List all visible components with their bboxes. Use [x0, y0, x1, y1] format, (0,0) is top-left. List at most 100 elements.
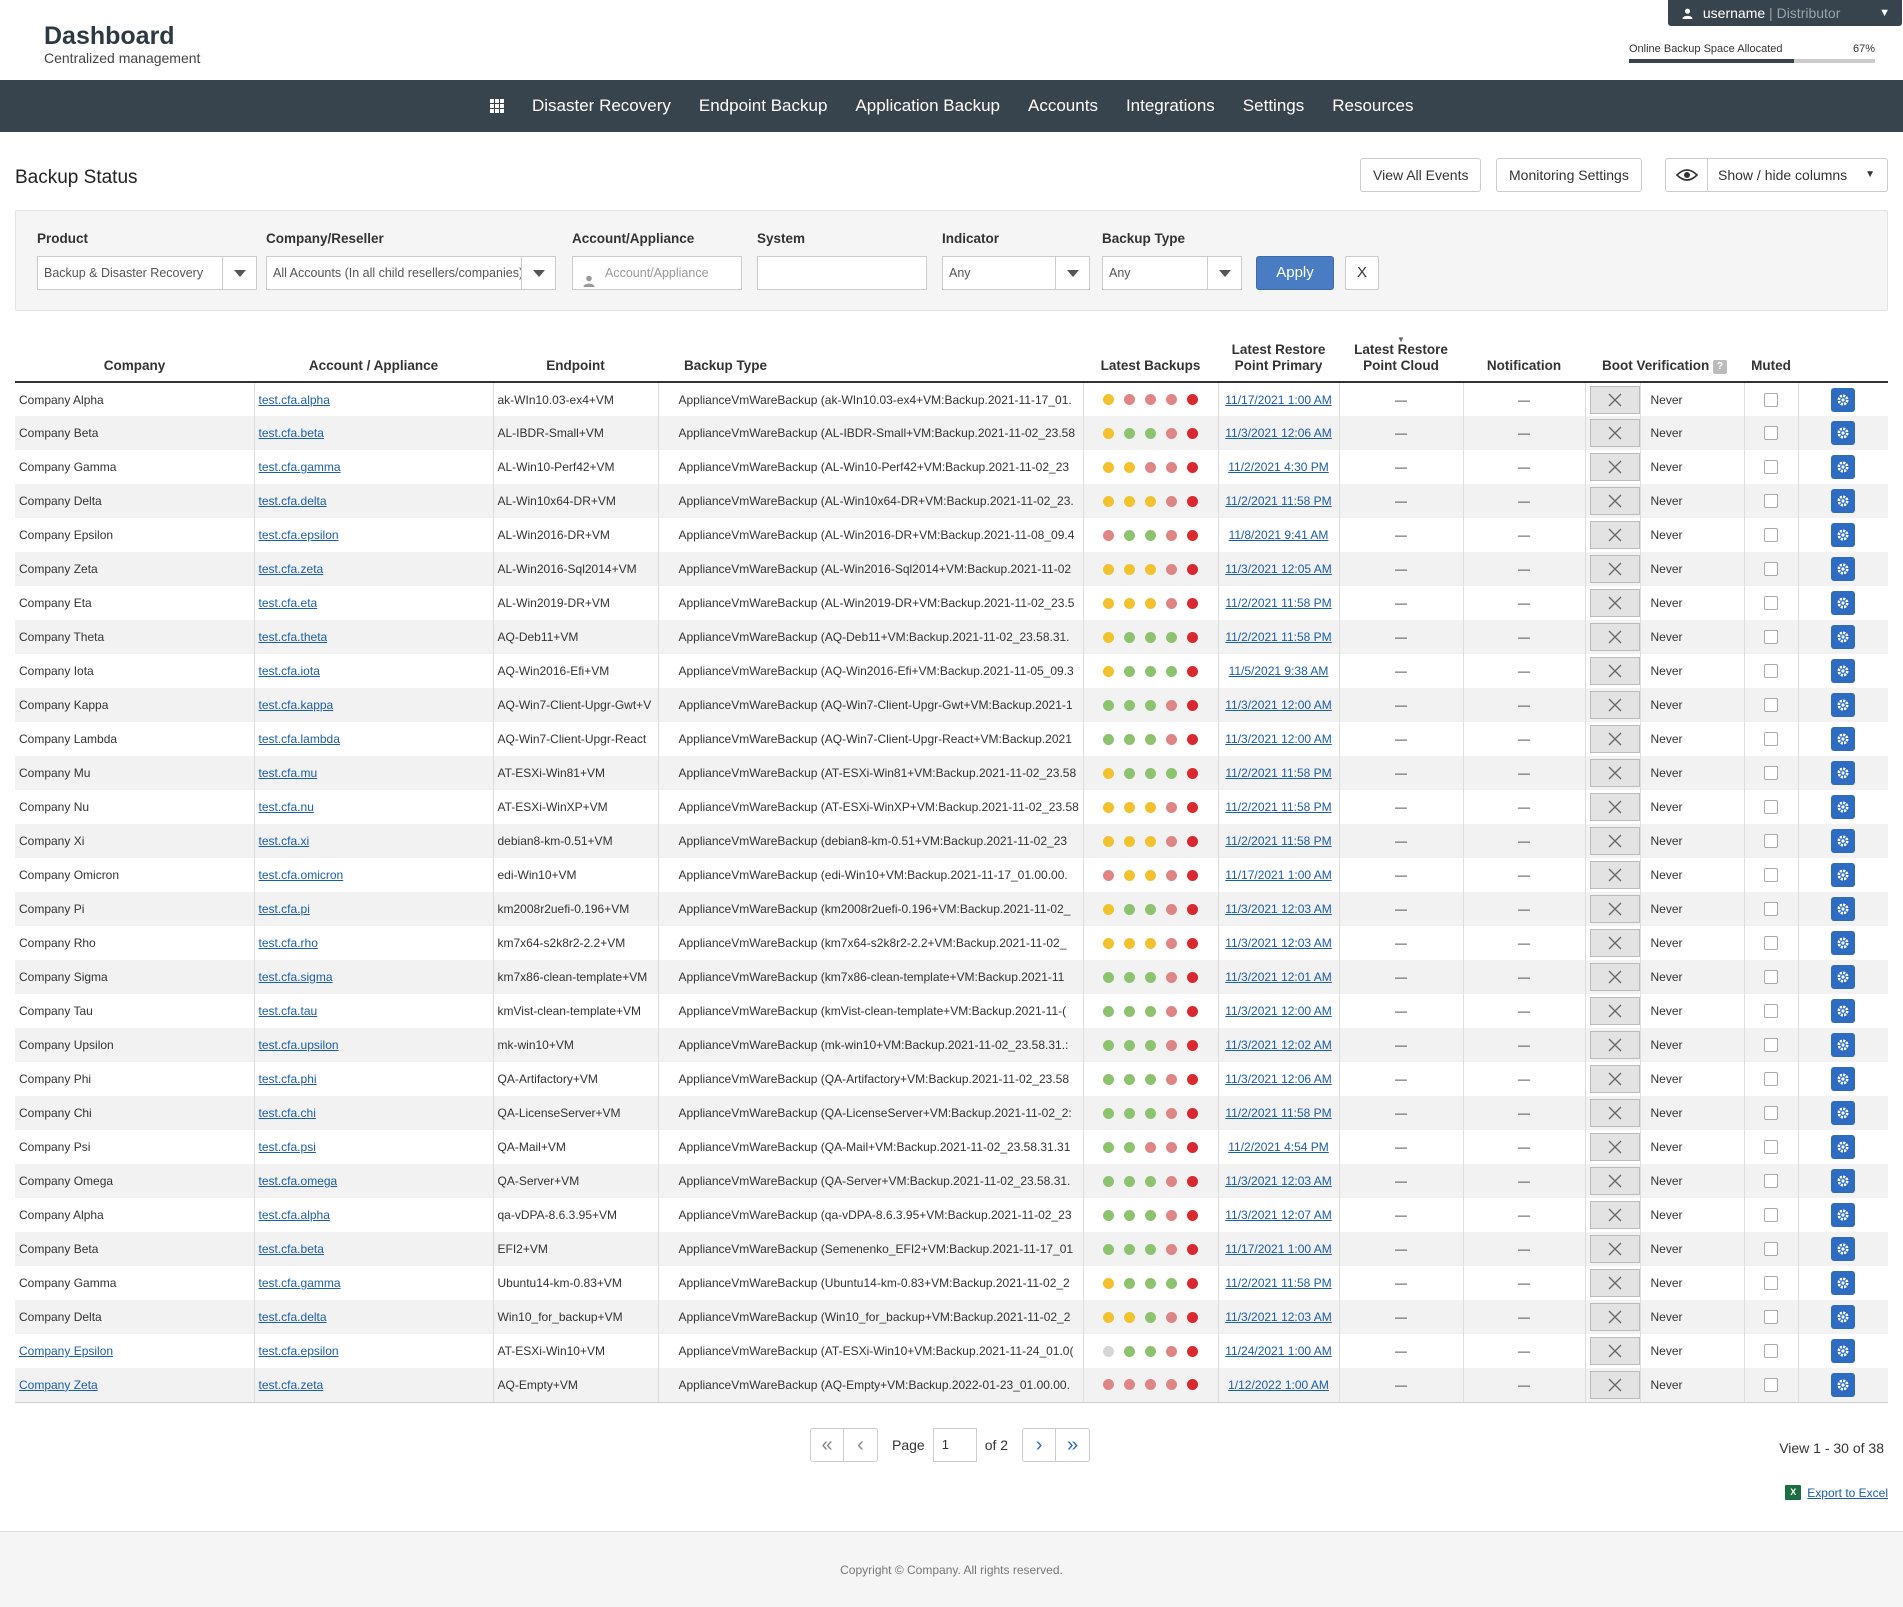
- account-cell[interactable]: test.cfa.sigma: [254, 960, 494, 994]
- boot-screenshot-placeholder-icon[interactable]: [1589, 1235, 1639, 1263]
- restore-primary-link[interactable]: 11/2/2021 11:58 PM: [1225, 596, 1331, 610]
- backup-status-dot[interactable]: [1124, 1073, 1135, 1085]
- monitoring-settings-button[interactable]: Monitoring Settings: [1496, 158, 1642, 192]
- backup-status-dot[interactable]: [1187, 767, 1198, 779]
- company-cell[interactable]: Company Epsilon: [15, 1334, 255, 1368]
- table-row[interactable]: Company Delta test.cfa.delta AL-Win10x64-D…: [15, 484, 1888, 518]
- backup-status-dot[interactable]: [1166, 699, 1177, 711]
- apps-grid-icon[interactable]: [490, 99, 504, 113]
- account-cell[interactable]: test.cfa.omicron: [254, 858, 494, 892]
- system-input[interactable]: [757, 256, 927, 290]
- backup-status-dot[interactable]: [1145, 699, 1156, 711]
- boot-screenshot-placeholder-icon[interactable]: [1589, 657, 1639, 685]
- backup-status-dot[interactable]: [1124, 1243, 1135, 1255]
- restore-primary-cell[interactable]: 11/3/2021 12:07 AM: [1218, 1198, 1340, 1232]
- backup-status-dot[interactable]: [1103, 971, 1114, 983]
- backup-status-dot[interactable]: [1187, 1243, 1198, 1255]
- muted-checkbox[interactable]: [1764, 698, 1778, 712]
- backup-status-dot[interactable]: [1124, 699, 1135, 711]
- restore-primary-link[interactable]: 11/2/2021 11:58 PM: [1225, 800, 1331, 814]
- backup-status-dot[interactable]: [1166, 1209, 1177, 1221]
- account-cell[interactable]: test.cfa.psi: [254, 1130, 494, 1164]
- gear-icon[interactable]: [1831, 523, 1856, 547]
- col-notification[interactable]: Notification: [1463, 332, 1585, 383]
- backup-status-dot[interactable]: [1145, 394, 1156, 405]
- backup-status-dot[interactable]: [1145, 1039, 1156, 1051]
- account-link[interactable]: test.cfa.epsilon: [259, 1344, 339, 1358]
- dropdown-arrow-icon[interactable]: [521, 257, 555, 289]
- boot-screenshot-placeholder-icon[interactable]: [1589, 997, 1639, 1025]
- backup-status-dot[interactable]: [1124, 971, 1135, 983]
- backup-status-dot[interactable]: [1145, 529, 1156, 541]
- backup-status-dot[interactable]: [1145, 665, 1156, 677]
- backup-status-dot[interactable]: [1103, 1107, 1114, 1119]
- restore-primary-cell[interactable]: 11/2/2021 11:58 PM: [1218, 484, 1340, 518]
- account-cell[interactable]: test.cfa.iota: [254, 654, 494, 688]
- account-cell[interactable]: test.cfa.phi: [254, 1062, 494, 1096]
- gear-icon[interactable]: [1831, 591, 1856, 615]
- gear-icon[interactable]: [1831, 795, 1856, 819]
- backup-status-dot[interactable]: [1187, 1039, 1198, 1051]
- backup-status-dot[interactable]: [1166, 835, 1177, 847]
- restore-primary-cell[interactable]: 11/24/2021 1:00 AM: [1218, 1334, 1340, 1368]
- backup-status-dot[interactable]: [1145, 427, 1156, 439]
- restore-primary-cell[interactable]: 1/12/2022 1:00 AM: [1218, 1368, 1340, 1403]
- company-cell[interactable]: Company Zeta: [15, 1368, 255, 1403]
- account-link[interactable]: test.cfa.tau: [259, 1004, 318, 1018]
- muted-checkbox[interactable]: [1764, 1106, 1778, 1120]
- company-select[interactable]: All Accounts (In all child resellers/com…: [266, 256, 556, 290]
- restore-primary-link[interactable]: 11/17/2021 1:00 AM: [1225, 1242, 1332, 1256]
- gear-icon[interactable]: [1831, 727, 1856, 751]
- backup-status-dot[interactable]: [1103, 394, 1114, 405]
- gear-icon[interactable]: [1831, 1101, 1856, 1125]
- backup-status-dot[interactable]: [1187, 1379, 1198, 1391]
- account-cell[interactable]: test.cfa.alpha: [254, 1198, 494, 1232]
- account-cell[interactable]: test.cfa.nu: [254, 790, 494, 824]
- backup-status-dot[interactable]: [1103, 767, 1114, 779]
- backup-status-dot[interactable]: [1103, 733, 1114, 745]
- backup-status-dot[interactable]: [1187, 937, 1198, 949]
- restore-primary-cell[interactable]: 11/2/2021 11:58 PM: [1218, 1096, 1340, 1130]
- account-link[interactable]: test.cfa.gamma: [259, 1276, 341, 1290]
- restore-primary-link[interactable]: 11/3/2021 12:06 AM: [1225, 1072, 1332, 1086]
- boot-screenshot-placeholder-icon[interactable]: [1589, 861, 1639, 889]
- backup-status-dot[interactable]: [1103, 665, 1114, 677]
- muted-checkbox[interactable]: [1764, 1174, 1778, 1188]
- boot-screenshot-placeholder-icon[interactable]: [1589, 521, 1639, 549]
- boot-screenshot-placeholder-icon[interactable]: [1589, 1099, 1639, 1127]
- gear-icon[interactable]: [1831, 999, 1856, 1023]
- nav-item-application-backup[interactable]: Application Backup: [855, 96, 1000, 116]
- table-row[interactable]: Company Beta test.cfa.beta EFI2+VM Applianc…: [15, 1232, 1888, 1266]
- account-link[interactable]: test.cfa.mu: [259, 766, 318, 780]
- user-menu-button[interactable]: username | Distributor ▼: [1668, 0, 1902, 26]
- col-backup-type[interactable]: Backup Type: [658, 332, 1083, 383]
- account-cell[interactable]: test.cfa.omega: [254, 1164, 494, 1198]
- col-boot-verification[interactable]: Boot Verification ?: [1585, 332, 1744, 383]
- restore-primary-link[interactable]: 11/3/2021 12:00 AM: [1225, 732, 1332, 746]
- backup-status-dot[interactable]: [1124, 495, 1135, 507]
- restore-primary-link[interactable]: 11/2/2021 11:58 PM: [1225, 1276, 1331, 1290]
- backup-status-dot[interactable]: [1124, 937, 1135, 949]
- table-row[interactable]: Company Rho test.cfa.rho km7x64-s2k8r2-2.2…: [15, 926, 1888, 960]
- muted-checkbox[interactable]: [1764, 1242, 1778, 1256]
- restore-primary-cell[interactable]: 11/2/2021 4:54 PM: [1218, 1130, 1340, 1164]
- backup-status-dot[interactable]: [1187, 1209, 1198, 1221]
- account-link[interactable]: test.cfa.psi: [259, 1140, 316, 1154]
- table-row[interactable]: Company Kappa test.cfa.kappa AQ-Win7-Clien…: [15, 688, 1888, 722]
- restore-primary-cell[interactable]: 11/3/2021 12:06 AM: [1218, 1062, 1340, 1096]
- restore-primary-cell[interactable]: 11/2/2021 11:58 PM: [1218, 824, 1340, 858]
- gear-icon[interactable]: [1831, 1271, 1856, 1295]
- account-link[interactable]: test.cfa.theta: [259, 630, 328, 644]
- backup-status-dot[interactable]: [1187, 495, 1198, 507]
- account-cell[interactable]: test.cfa.theta: [254, 620, 494, 654]
- backup-status-dot[interactable]: [1187, 1141, 1198, 1153]
- restore-primary-cell[interactable]: 11/3/2021 12:03 AM: [1218, 926, 1340, 960]
- backup-status-dot[interactable]: [1103, 1379, 1114, 1391]
- nav-item-accounts[interactable]: Accounts: [1028, 96, 1098, 116]
- product-select[interactable]: Backup & Disaster Recovery: [37, 256, 257, 290]
- backup-status-dot[interactable]: [1187, 1277, 1198, 1289]
- restore-primary-cell[interactable]: 11/3/2021 12:01 AM: [1218, 960, 1340, 994]
- backup-status-dot[interactable]: [1124, 869, 1135, 881]
- prev-page-icon[interactable]: ‹: [844, 1428, 878, 1462]
- backup-status-dot[interactable]: [1145, 631, 1156, 643]
